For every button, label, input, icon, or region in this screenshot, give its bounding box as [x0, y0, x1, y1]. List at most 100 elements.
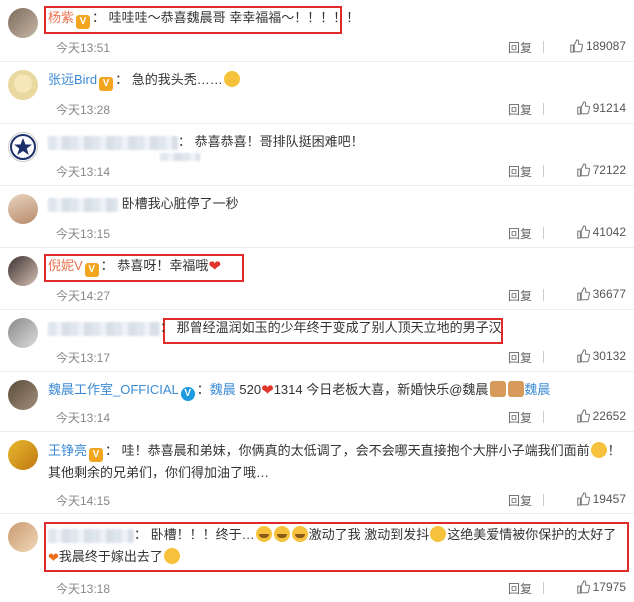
thumbs-up-icon: [576, 349, 590, 363]
redacted-username: [48, 135, 178, 150]
comment-item: 王铮亮 V： 哇！恭喜晨和弟妹，你俩真的太低调了，会不会哪天直接抱个大胖小子端我们…: [0, 432, 634, 514]
comment-text: 恭喜恭喜！哥排队挺困难吧！: [194, 134, 364, 149]
avatar[interactable]: [8, 522, 38, 552]
thumbs-up-icon: [570, 39, 583, 53]
thumbs-up-icon: [576, 225, 590, 239]
comment-line: 张远Bird V： 急的我头秃……: [48, 70, 624, 91]
like-button[interactable]: 189087: [569, 39, 626, 53]
thumbs-up-icon: [576, 163, 590, 177]
like-count: 189087: [585, 39, 626, 53]
comment-text: 哇！恭喜晨和弟妹，你俩真的太低调了，会不会哪天直接抱个大胖小子端我们面前: [121, 443, 590, 458]
divider: [543, 411, 544, 423]
divider: [543, 41, 544, 53]
divider: [543, 289, 544, 301]
redacted-username: [48, 321, 160, 336]
like-button[interactable]: 17975: [576, 580, 626, 594]
heart-icon: ❤: [261, 382, 274, 399]
comment-line: 魏晨工作室_OFFICIAL V ：魏晨 520❤1314 今日老板大喜，新婚快乐@…: [48, 381, 551, 401]
reply-button[interactable]: 回复: [508, 101, 532, 118]
like-button[interactable]: 22652: [576, 409, 626, 423]
divider: [543, 103, 544, 115]
heart-icon: ❤: [48, 550, 59, 565]
timestamp: 今天13:51: [56, 41, 111, 55]
reply-button[interactable]: 回复: [508, 349, 532, 366]
avatar[interactable]: [8, 70, 38, 100]
divider: [543, 351, 544, 363]
comment-text: 哇哇哇～恭喜魏晨哥 幸幸福福～！！！！！: [108, 10, 360, 25]
like-count: 19457: [592, 492, 626, 506]
comment-text: 卧槽我心脏停了一秒: [121, 196, 239, 211]
heart-icon: ❤: [208, 258, 221, 275]
like-button[interactable]: 30132: [576, 349, 626, 363]
emoji-icon: [223, 71, 240, 87]
thumbs-up-icon: [576, 409, 590, 423]
comment-text-continued: 我晨终于嫁出去了: [58, 549, 163, 564]
pleading-emoji-icon: [430, 526, 447, 542]
redacted-username: [48, 528, 134, 543]
comment-item: ： 那曾经温润如玉的少年终于变成了别人顶天立地的男子汉 今天13:17 回复 3…: [0, 310, 634, 372]
timestamp: 今天13:18: [56, 582, 111, 596]
avatar[interactable]: [8, 256, 38, 286]
comment-item: 卧槽我心脏停了一秒 今天13:15 回复 41042: [0, 186, 634, 248]
thumbs-up-icon: [576, 101, 590, 115]
comment-text: 那曾经温润如玉的少年终于变成了别人顶天立地的男子汉: [176, 320, 502, 335]
comment-line: 倪妮V V： 恭喜呀！幸福哦❤: [48, 258, 221, 277]
comment-line: 杨紫 V： 哇哇哇～恭喜魏晨哥 幸幸福福～！！！！！: [48, 10, 360, 29]
like-button[interactable]: 36677: [576, 287, 626, 301]
verified-icon: V: [89, 448, 104, 462]
comment-text-continued: 1314 今日老板大喜，新婚快乐@魏晨: [273, 382, 489, 397]
reply-button[interactable]: 回复: [508, 580, 532, 597]
reply-button[interactable]: 回复: [508, 492, 532, 509]
reply-button[interactable]: 回复: [508, 287, 532, 304]
username[interactable]: 张远Bird: [48, 72, 97, 87]
timestamp: 今天13:17: [56, 351, 111, 365]
reply-button[interactable]: 回复: [508, 163, 532, 180]
comment-item: 杨紫 V： 哇哇哇～恭喜魏晨哥 幸幸福福～！！！！！ 今天13:51 回复 189…: [0, 0, 634, 62]
username[interactable]: 倪妮V: [48, 258, 83, 273]
like-button[interactable]: 19457: [576, 492, 626, 506]
star-logo-icon: [10, 134, 36, 160]
comment-text: 卧槽！！！终于…: [150, 527, 255, 542]
divider: [543, 494, 544, 506]
comment-text: 恭喜呀！幸福哦: [117, 258, 209, 273]
timestamp: 今天14:15: [56, 494, 111, 508]
like-button[interactable]: 72122: [576, 163, 626, 177]
avatar[interactable]: [8, 194, 38, 224]
timestamp: 今天14:27: [56, 289, 111, 303]
comment-text-continued: 这绝美爱情被你保护的太好了: [447, 527, 617, 542]
divider: [543, 227, 544, 239]
comment-text-continued: 激动了我 激动到发抖: [308, 527, 430, 542]
mention-link[interactable]: 魏晨: [210, 382, 236, 397]
verified-icon: V: [180, 387, 195, 401]
comment-item: ： 恭喜恭喜！哥排队挺困难吧！ 今天13:14 回复 72122: [0, 124, 634, 186]
username[interactable]: 王铮亮: [48, 443, 87, 458]
comment-text: 520: [239, 382, 262, 397]
comment-line: ： 恭喜恭喜！哥排队挺困难吧！: [48, 132, 624, 152]
crying-emoji-icon: [273, 526, 290, 542]
reply-button[interactable]: 回复: [508, 39, 532, 56]
timestamp: 今天13:14: [56, 411, 111, 425]
comment-item: 倪妮V V： 恭喜呀！幸福哦❤ 今天14:27 回复 36677: [0, 248, 634, 310]
verified-icon: V: [76, 15, 91, 29]
divider: [543, 165, 544, 177]
comment-line: 王铮亮 V： 哇！恭喜晨和弟妹，你俩真的太低调了，会不会哪天直接抱个大胖小子端我们…: [48, 442, 621, 480]
avatar[interactable]: [8, 132, 38, 162]
reply-button[interactable]: 回复: [508, 225, 532, 242]
like-button[interactable]: 41042: [576, 225, 626, 239]
username[interactable]: 魏晨工作室_OFFICIAL: [48, 382, 179, 397]
timestamp: 今天13:28: [56, 103, 111, 117]
mention-link[interactable]: 魏晨: [524, 382, 550, 397]
like-count: 17975: [592, 580, 626, 594]
avatar[interactable]: [8, 318, 38, 348]
like-button[interactable]: 91214: [576, 101, 626, 115]
reply-button[interactable]: 回复: [508, 409, 532, 426]
avatar[interactable]: [8, 8, 38, 38]
tongue-emoji-icon: [590, 442, 607, 458]
username[interactable]: 杨紫: [48, 10, 74, 25]
avatar[interactable]: [8, 440, 38, 470]
thumbs-up-icon: [576, 287, 590, 301]
like-count: 72122: [592, 163, 626, 177]
comment-item: 张远Bird V： 急的我头秃…… 今天13:28 回复 91214: [0, 62, 634, 124]
comment-line: 卧槽我心脏停了一秒: [48, 194, 624, 214]
avatar[interactable]: [8, 380, 38, 410]
